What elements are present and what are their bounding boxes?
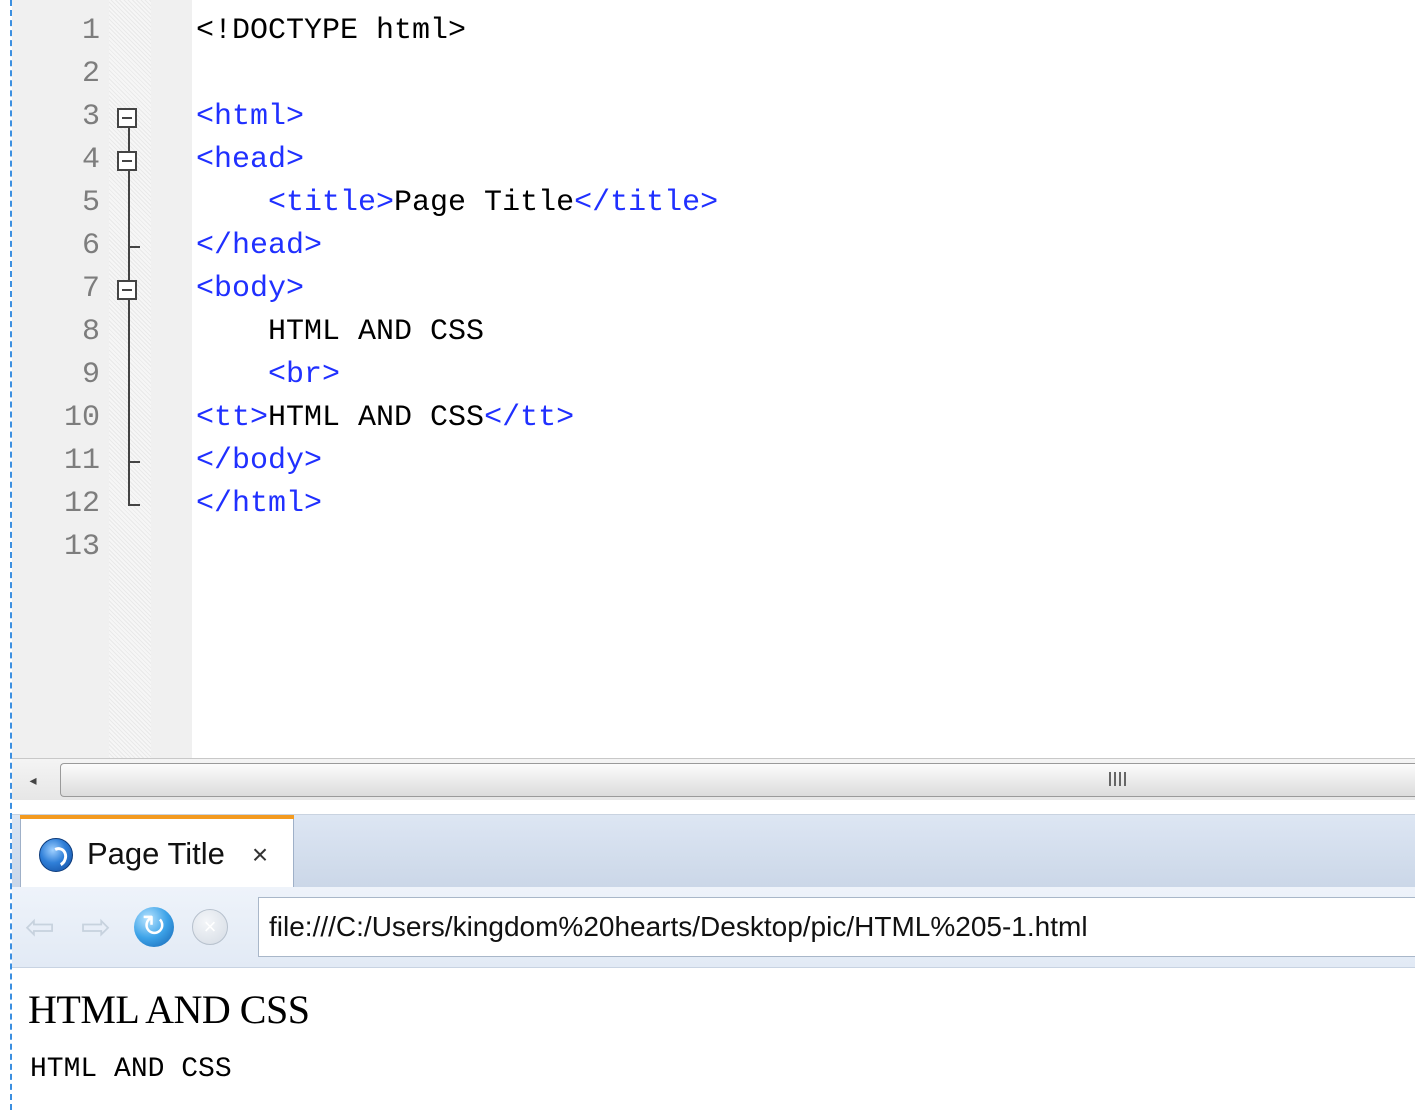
- text-token: <!DOCTYPE html>: [196, 14, 467, 48]
- scroll-thumb[interactable]: [60, 763, 1415, 797]
- code-text: </html>: [196, 483, 322, 526]
- code-text: <title>Page Title</title>: [196, 182, 718, 225]
- code-line[interactable]: 1 <!DOCTYPE html>: [12, 10, 1415, 53]
- browser-navigation-bar: ⇦ ⇨ ↻ × file:///C:/Users/kingdom%20heart…: [12, 887, 1415, 968]
- code-text: <tt>HTML AND CSS</tt>: [196, 397, 574, 440]
- line-number: 7: [81, 272, 100, 306]
- close-tab-icon[interactable]: ×: [243, 836, 277, 874]
- line-number: 13: [63, 530, 100, 564]
- html-tag-token: </tt>: [484, 401, 575, 435]
- rendered-body-text: HTML AND CSS: [28, 987, 310, 1032]
- code-text: <!DOCTYPE html>: [196, 10, 466, 53]
- code-line[interactable]: 8 HTML AND CSS: [12, 311, 1415, 354]
- code-line[interactable]: 5 <title>Page Title</title>: [12, 182, 1415, 225]
- line-number: 9: [81, 358, 100, 392]
- scroll-left-arrow[interactable]: ◂: [18, 769, 48, 791]
- code-editor[interactable]: 1 <!DOCTYPE html> 2 3 <html> 4 <head> 5 <title>…: [12, 0, 1415, 758]
- code-text: <head>: [196, 139, 304, 182]
- text-token: HTML AND CSS: [268, 401, 485, 435]
- code-text: <br>: [196, 354, 340, 397]
- code-text: <html>: [196, 96, 304, 139]
- reload-button[interactable]: ↻: [134, 907, 174, 947]
- html-tag-token: </head>: [196, 229, 323, 263]
- tab-label: Page Title: [87, 836, 225, 871]
- fold-branch-marker: [128, 460, 140, 463]
- code-line[interactable]: 3 <html>: [12, 96, 1415, 139]
- code-line[interactable]: 2: [12, 53, 1415, 96]
- html-tag-token: <body>: [196, 272, 305, 306]
- rendered-teletype-text: HTML AND CSS: [30, 1054, 232, 1085]
- stop-button[interactable]: ×: [192, 909, 228, 945]
- html-tag-token: <html>: [196, 100, 305, 134]
- active-tab-indicator: [20, 815, 294, 819]
- browser-page-content: HTML AND CSS HTML AND CSS: [12, 968, 1415, 1110]
- line-number: 12: [63, 487, 100, 521]
- line-number: 8: [81, 315, 100, 349]
- code-line[interactable]: 13: [12, 526, 1415, 569]
- code-line[interactable]: 6 </head>: [12, 225, 1415, 268]
- text-token: HTML AND CSS: [196, 315, 485, 349]
- code-line[interactable]: 12 </html>: [12, 483, 1415, 526]
- forward-button[interactable]: ⇨: [74, 907, 118, 947]
- code-line[interactable]: 7 <body>: [12, 268, 1415, 311]
- html-tag-token: <head>: [196, 143, 305, 177]
- browser-tab-strip: Page Title ×: [12, 815, 1415, 887]
- text-token: Page Title: [394, 186, 575, 220]
- code-text: </head>: [196, 225, 322, 268]
- back-button[interactable]: ⇦: [18, 907, 62, 947]
- code-line[interactable]: 9 <br>: [12, 354, 1415, 397]
- fold-end-marker: [128, 503, 140, 506]
- panel-splitter[interactable]: [12, 800, 1415, 815]
- fold-guide-line: [128, 127, 130, 505]
- collapse-icon[interactable]: [117, 150, 137, 171]
- collapse-icon[interactable]: [117, 279, 137, 300]
- line-number: 11: [63, 444, 100, 478]
- code-line[interactable]: 11 </body>: [12, 440, 1415, 483]
- line-number: 4: [81, 143, 100, 177]
- grip-icon: [1109, 772, 1127, 786]
- code-text: </body>: [196, 440, 322, 483]
- globe-icon: [39, 838, 73, 872]
- line-number: 3: [81, 100, 100, 134]
- html-tag-token: <br>: [268, 358, 341, 392]
- html-tag-token: </html>: [196, 487, 323, 521]
- line-number: 2: [81, 57, 100, 91]
- fold-branch-marker: [128, 245, 140, 248]
- line-number: 1: [81, 14, 100, 48]
- tab-page-title[interactable]: Page Title ×: [20, 815, 294, 887]
- line-number: 10: [63, 401, 100, 435]
- html-tag-token: </title>: [574, 186, 719, 220]
- line-number: 6: [81, 229, 100, 263]
- html-tag-token: <title>: [268, 186, 395, 220]
- code-line[interactable]: 10 <tt>HTML AND CSS</tt>: [12, 397, 1415, 440]
- horizontal-scrollbar[interactable]: ◂: [12, 758, 1415, 802]
- line-number: 5: [81, 186, 100, 220]
- address-bar[interactable]: file:///C:/Users/kingdom%20hearts/Deskto…: [258, 897, 1415, 957]
- code-line[interactable]: 4 <head>: [12, 139, 1415, 182]
- html-tag-token: </body>: [196, 444, 323, 478]
- collapse-icon[interactable]: [117, 107, 137, 128]
- code-text: HTML AND CSS: [196, 311, 484, 354]
- code-text: <body>: [196, 268, 304, 311]
- html-tag-token: <tt>: [196, 401, 269, 435]
